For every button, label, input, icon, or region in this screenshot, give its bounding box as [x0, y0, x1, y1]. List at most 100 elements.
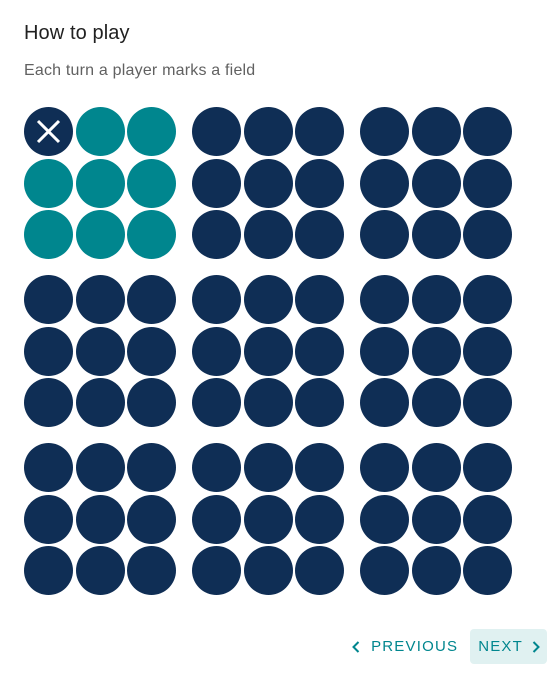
board-cell-empty[interactable]	[295, 494, 344, 544]
board-cell-empty[interactable]	[463, 378, 512, 427]
subboard-1-2	[192, 107, 344, 259]
board-cell-available[interactable]	[24, 158, 73, 208]
board-cell-empty[interactable]	[243, 107, 293, 156]
board-cell-empty[interactable]	[192, 546, 241, 595]
subboard-2-2	[192, 275, 344, 427]
board-cell-available[interactable]	[127, 210, 176, 259]
board-cell-empty[interactable]	[24, 494, 73, 544]
board-cell-empty[interactable]	[360, 326, 409, 376]
board-cell-empty[interactable]	[295, 210, 344, 259]
board-cell-available[interactable]	[24, 210, 73, 259]
board-cell-empty[interactable]	[360, 210, 409, 259]
board-cell-empty[interactable]	[411, 210, 461, 259]
board-cell-empty[interactable]	[360, 546, 409, 595]
board-cell-empty[interactable]	[463, 158, 512, 208]
board-cell-empty[interactable]	[360, 494, 409, 544]
board-cell-empty[interactable]	[192, 107, 241, 156]
dialog-title: How to play	[24, 22, 130, 44]
board-cell-empty[interactable]	[243, 443, 293, 492]
ultimate-tic-tac-toe-board	[24, 107, 512, 595]
board-cell-available[interactable]	[75, 107, 125, 156]
board-cell-available[interactable]	[127, 158, 176, 208]
board-cell-empty[interactable]	[295, 378, 344, 427]
board-cell-empty[interactable]	[295, 107, 344, 156]
previous-button[interactable]: PREVIOUS	[345, 629, 466, 664]
board-cell-empty[interactable]	[127, 494, 176, 544]
subboard-3-3	[360, 443, 512, 595]
board-cell-empty[interactable]	[24, 443, 73, 492]
board-cell-empty[interactable]	[463, 326, 512, 376]
board-cell-empty[interactable]	[75, 546, 125, 595]
board-cell-empty[interactable]	[192, 443, 241, 492]
subboard-1-3	[360, 107, 512, 259]
board-cell-empty[interactable]	[463, 494, 512, 544]
board-cell-empty[interactable]	[243, 378, 293, 427]
board-cell-empty[interactable]	[192, 158, 241, 208]
board-cell-empty[interactable]	[75, 494, 125, 544]
next-button-label: NEXT	[478, 638, 523, 655]
board-cell-empty[interactable]	[295, 275, 344, 324]
next-button[interactable]: NEXT	[470, 629, 547, 664]
board-cell-empty[interactable]	[411, 326, 461, 376]
chevron-right-icon	[531, 640, 541, 654]
board-cell-empty[interactable]	[243, 494, 293, 544]
board-cell-empty[interactable]	[243, 546, 293, 595]
board-cell-empty[interactable]	[127, 443, 176, 492]
board-cell-empty[interactable]	[411, 378, 461, 427]
board-cell-empty[interactable]	[295, 326, 344, 376]
board-cell-empty[interactable]	[243, 158, 293, 208]
board-cell-empty[interactable]	[463, 210, 512, 259]
board-cell-available[interactable]	[75, 210, 125, 259]
board-cell-empty[interactable]	[75, 275, 125, 324]
subboard-2-3	[360, 275, 512, 427]
how-to-play-dialog: How to play Each turn a player marks a f…	[0, 0, 560, 678]
board-cell-empty[interactable]	[24, 546, 73, 595]
board-cell-empty[interactable]	[411, 158, 461, 208]
board-cell-empty[interactable]	[360, 158, 409, 208]
chevron-left-icon	[351, 640, 361, 654]
board-cell-empty[interactable]	[411, 443, 461, 492]
subboard-1-1	[24, 107, 176, 259]
board-cell-empty[interactable]	[75, 443, 125, 492]
board-cell-empty[interactable]	[127, 378, 176, 427]
board-cell-empty[interactable]	[24, 378, 73, 427]
board-cell-empty[interactable]	[127, 275, 176, 324]
board-cell-empty[interactable]	[411, 546, 461, 595]
board-cell-empty[interactable]	[360, 107, 409, 156]
previous-button-label: PREVIOUS	[371, 638, 459, 655]
board-cell-empty[interactable]	[127, 326, 176, 376]
board-cell-empty[interactable]	[24, 326, 73, 376]
board-cell-empty[interactable]	[24, 275, 73, 324]
subboard-3-1	[24, 443, 176, 595]
dialog-subtitle: Each turn a player marks a field	[24, 62, 256, 79]
board-cell-empty[interactable]	[463, 275, 512, 324]
board-cell-empty[interactable]	[243, 210, 293, 259]
board-cell-empty[interactable]	[463, 443, 512, 492]
board-cell-empty[interactable]	[192, 210, 241, 259]
board-cell-empty[interactable]	[411, 107, 461, 156]
dialog-actions: PREVIOUS NEXT	[345, 629, 547, 664]
board-cell-empty[interactable]	[360, 275, 409, 324]
board-cell-empty[interactable]	[127, 546, 176, 595]
board-cell-available[interactable]	[127, 107, 176, 156]
board-cell-empty[interactable]	[243, 326, 293, 376]
board-cell-empty[interactable]	[295, 546, 344, 595]
board-cell-empty[interactable]	[360, 378, 409, 427]
board-cell-empty[interactable]	[463, 546, 512, 595]
board-cell-empty[interactable]	[75, 378, 125, 427]
subboard-3-2	[192, 443, 344, 595]
board-cell-empty[interactable]	[360, 443, 409, 492]
board-cell-available[interactable]	[75, 158, 125, 208]
board-cell-empty[interactable]	[295, 158, 344, 208]
board-cell-empty[interactable]	[295, 443, 344, 492]
board-cell-empty[interactable]	[75, 326, 125, 376]
board-cell-empty[interactable]	[411, 275, 461, 324]
board-cell-marked-x[interactable]	[24, 107, 73, 156]
board-cell-empty[interactable]	[411, 494, 461, 544]
board-cell-empty[interactable]	[243, 275, 293, 324]
board-cell-empty[interactable]	[192, 378, 241, 427]
board-cell-empty[interactable]	[192, 494, 241, 544]
board-cell-empty[interactable]	[192, 275, 241, 324]
board-cell-empty[interactable]	[192, 326, 241, 376]
board-cell-empty[interactable]	[463, 107, 512, 156]
